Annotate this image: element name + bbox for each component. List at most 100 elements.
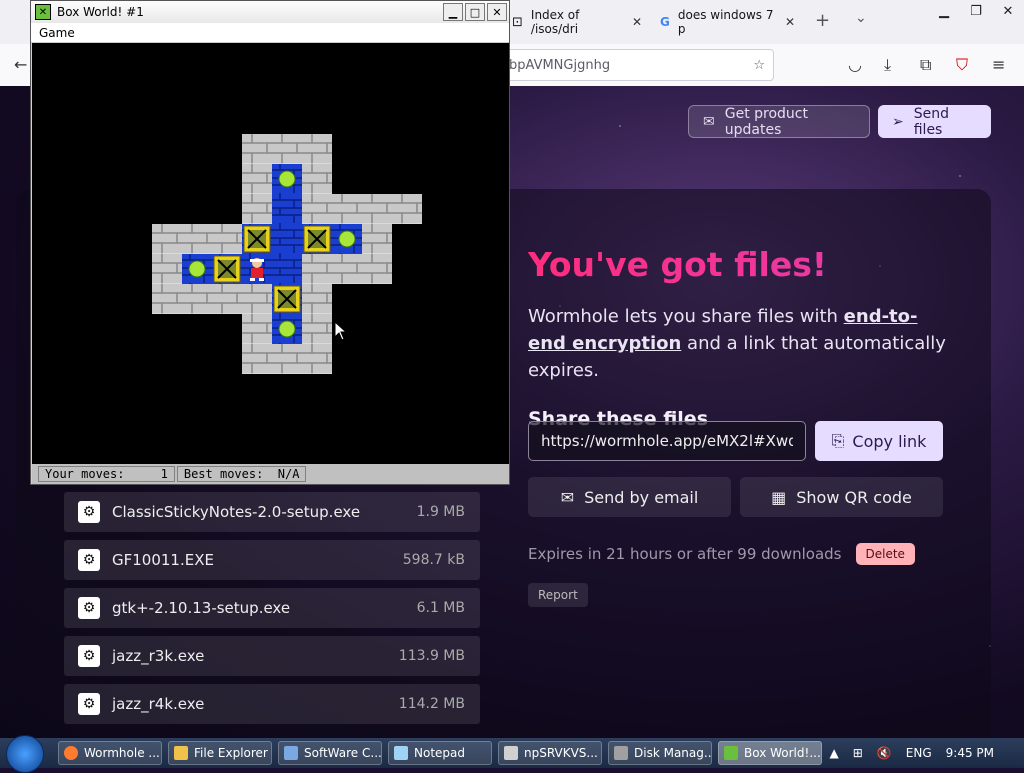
wall-tile <box>242 134 272 164</box>
task-label: npSRVKVS... <box>524 746 598 760</box>
send-by-email-button[interactable]: ✉ Send by email <box>528 477 731 517</box>
moves-value: 1 <box>160 467 168 481</box>
boxworld-window: ✕ Box World! #1 ▁ □ ✕ Game Your moves: 1… <box>30 0 510 485</box>
gear-file-icon: ⚙ <box>78 597 100 619</box>
maximize-icon[interactable]: ❐ <box>960 0 992 22</box>
extensions-icon[interactable]: ⧉ <box>920 55 931 75</box>
minimize-icon[interactable]: ▁ <box>443 3 463 21</box>
list-item[interactable]: ⚙ jazz_r3k.exe 113.9 MB <box>64 636 480 676</box>
wall-tile <box>182 284 212 314</box>
list-item[interactable]: ⚙ GF10011.EXE 598.7 kB <box>64 540 480 580</box>
goal-ball-icon <box>278 170 296 188</box>
game-board[interactable] <box>32 43 509 464</box>
taskbar-item-wormhole[interactable]: Wormhole ... <box>58 741 162 765</box>
new-tab-icon[interactable]: + <box>815 10 830 31</box>
desc-text: Wormhole lets you share files with <box>528 306 844 327</box>
downloads-icon[interactable]: ⤓ <box>884 55 891 75</box>
file-size: 1.9 MB <box>416 504 465 520</box>
taskbar-item-notepad[interactable]: Notepad <box>388 741 492 765</box>
back-icon[interactable]: ← <box>14 55 27 74</box>
moves-label: Your moves: <box>45 467 125 481</box>
bookmark-star-icon[interactable]: ☆ <box>753 58 765 73</box>
url-text: bpAVMNGjgnhg <box>509 57 611 73</box>
player-icon <box>250 258 264 281</box>
browser-tab-google[interactable]: G does windows 7 p ✕ <box>660 6 795 38</box>
wall-tile <box>272 134 302 164</box>
list-tabs-icon[interactable]: ⌄ <box>855 10 867 26</box>
wall-tile <box>362 254 392 284</box>
goal-ball-icon <box>278 320 296 338</box>
task-label: Disk Manag... <box>634 746 712 760</box>
mail-icon: ✉ <box>560 487 575 507</box>
task-label: Box World!... <box>744 746 821 760</box>
send-icon: ➢ <box>892 113 904 130</box>
wall-tile <box>362 224 392 254</box>
boxworld-app-icon: ✕ <box>35 4 51 20</box>
disk-icon <box>614 746 628 760</box>
wall-tile <box>152 224 182 254</box>
google-icon: G <box>660 15 670 29</box>
show-qr-code-button[interactable]: ▦ Show QR code <box>740 477 943 517</box>
minimize-icon[interactable]: ▁ <box>928 0 960 22</box>
mouse-cursor-icon <box>334 321 348 341</box>
url-bar[interactable]: bpAVMNGjgnhg ☆ <box>490 49 774 81</box>
taskbar-item-disk-management[interactable]: Disk Manag... <box>608 741 712 765</box>
game-menu[interactable]: Game <box>39 26 75 40</box>
taskbar-item-npsrvkvs[interactable]: npSRVKVS... <box>498 741 602 765</box>
wall-tile <box>272 344 302 374</box>
close-icon[interactable]: ✕ <box>487 3 507 21</box>
file-size: 113.9 MB <box>398 648 465 664</box>
close-tab-icon[interactable]: ✕ <box>785 15 795 29</box>
file-size: 114.2 MB <box>398 696 465 712</box>
share-link-row: ⎘ Copy link <box>528 421 943 461</box>
menu-icon[interactable]: ≡ <box>992 55 1005 74</box>
delete-button[interactable]: Delete <box>855 543 915 565</box>
crate-icon <box>303 225 331 253</box>
share-link-input[interactable] <box>528 421 806 461</box>
wall-tile <box>302 164 332 194</box>
language-indicator[interactable]: ENG <box>906 746 932 760</box>
list-item[interactable]: ⚙ ClassicStickyNotes-2.0-setup.exe 1.9 M… <box>64 492 480 532</box>
wall-tile <box>302 344 332 374</box>
taskbar-item-file-explorer[interactable]: File Explorer <box>168 741 272 765</box>
page-icon: ⊡ <box>512 14 523 30</box>
close-tab-icon[interactable]: ✕ <box>632 15 642 29</box>
copy-link-button[interactable]: ⎘ Copy link <box>815 421 943 461</box>
file-name: GF10011.EXE <box>112 551 214 569</box>
start-button[interactable] <box>6 735 44 773</box>
clock[interactable]: 9:45 PM <box>946 746 994 760</box>
best-moves: Best moves: N/A <box>176 466 307 482</box>
best-value: N/A <box>277 467 300 481</box>
taskbar-item-software[interactable]: SoftWare C... <box>278 741 382 765</box>
tray-arrow-icon[interactable]: ▲ <box>830 746 839 760</box>
send-files-button[interactable]: ➢ Send files <box>878 105 991 138</box>
file-name: gtk+-2.10.13-setup.exe <box>112 599 291 617</box>
button-label: Get product updates <box>724 105 808 138</box>
share-panel: You've got files! Wormhole lets you shar… <box>528 245 948 607</box>
page-title: You've got files! <box>528 245 948 285</box>
file-name: jazz_r4k.exe <box>112 695 205 713</box>
maximize-icon[interactable]: □ <box>465 3 485 21</box>
ublock-icon[interactable]: ⛉ <box>956 55 968 75</box>
network-icon[interactable]: ⊞ <box>853 746 863 760</box>
pocket-icon[interactable]: ◡ <box>848 55 862 74</box>
boxworld-titlebar[interactable]: ✕ Box World! #1 ▁ □ ✕ <box>31 1 509 23</box>
system-tray: ▲ ⊞ 🔇 ENG 9:45 PM <box>830 738 1024 768</box>
expiry-info: Expires in 21 hours or after 99 download… <box>528 543 915 565</box>
browser-tab-index[interactable]: ⊡ Index of /isos/dri ✕ <box>512 6 642 38</box>
report-button[interactable]: Report <box>528 583 588 607</box>
share-actions: ✉ Send by email ▦ Show QR code <box>528 477 943 517</box>
list-item[interactable]: ⚙ gtk+-2.10.13-setup.exe 6.1 MB <box>64 588 480 628</box>
folder-icon <box>174 746 188 760</box>
close-icon[interactable]: ✕ <box>992 0 1024 22</box>
wall-tile <box>302 254 332 284</box>
wall-tile <box>242 194 272 224</box>
firefox-icon <box>64 746 78 760</box>
list-item[interactable]: ⚙ jazz_r4k.exe 114.2 MB <box>64 684 480 724</box>
volume-muted-icon[interactable]: 🔇 <box>877 746 892 760</box>
get-product-updates-button[interactable]: ✉ Get product updates <box>688 105 870 138</box>
window-controls: ▁ ❐ ✕ <box>928 0 1024 22</box>
taskbar-item-boxworld[interactable]: Box World!... <box>718 741 822 765</box>
wall-tile <box>242 284 272 314</box>
wall-tile <box>212 284 242 314</box>
